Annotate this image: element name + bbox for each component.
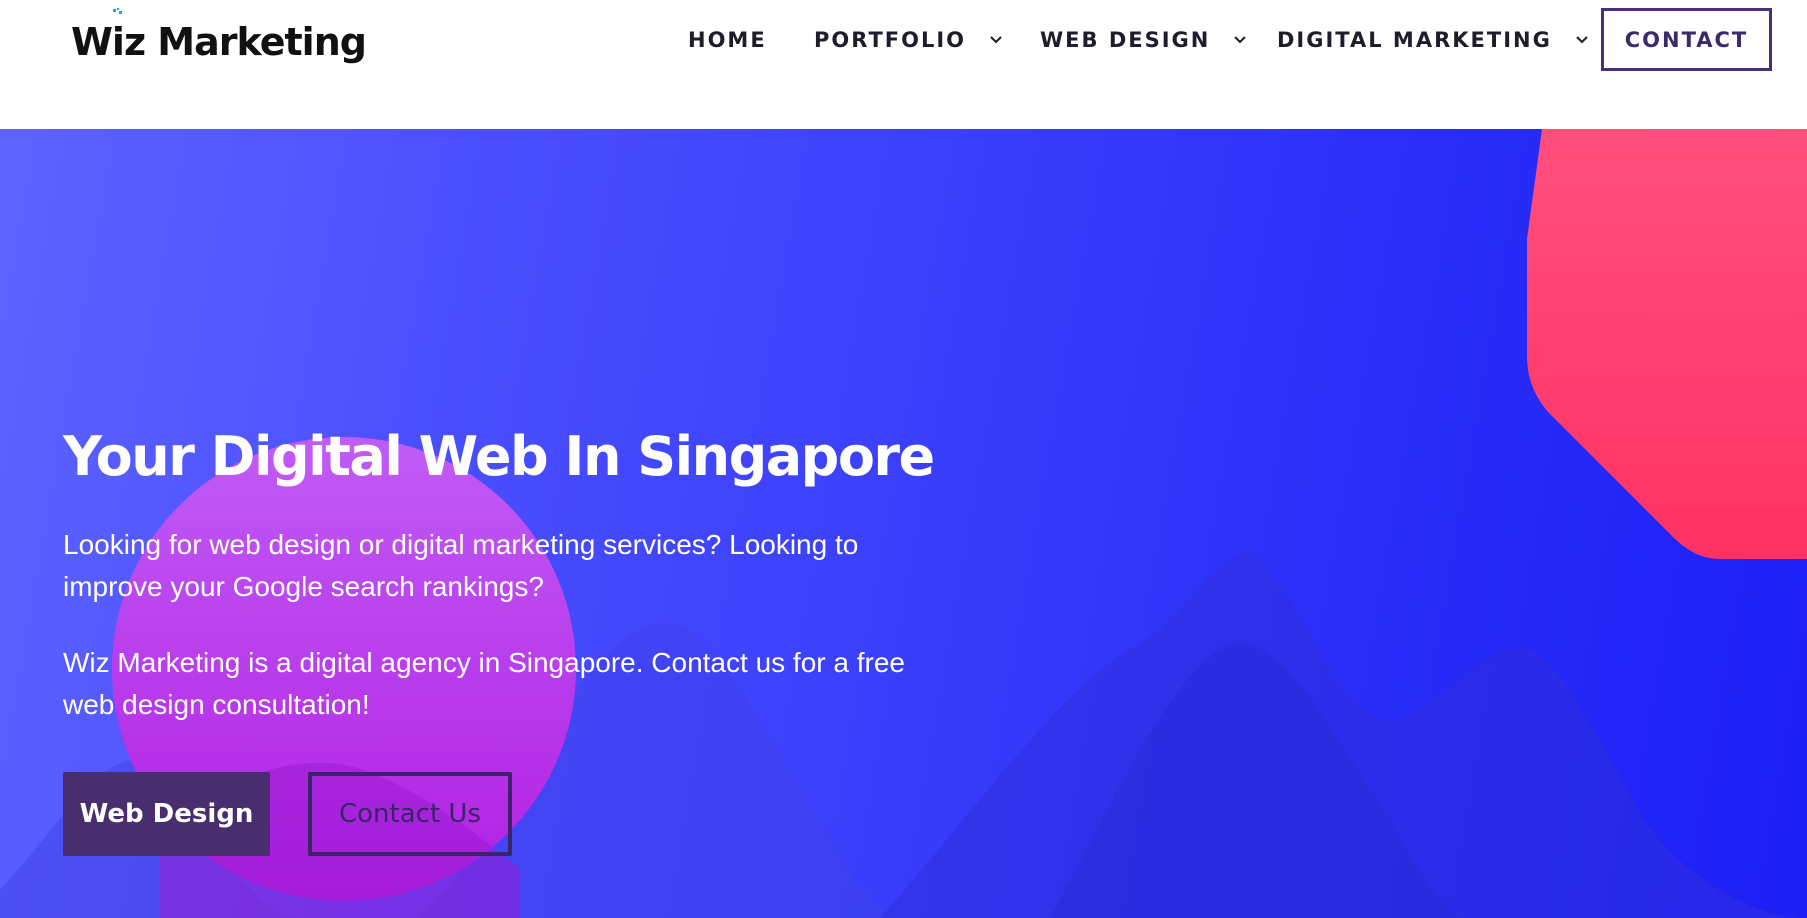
site-header: W iz Marketing HOME PORTFOLIO WEB DESIGN… [0,0,1807,129]
nav-item-web-design[interactable]: WEB DESIGN [1040,24,1248,56]
contact-us-button[interactable]: Contact Us [308,772,512,856]
nav-item-home[interactable]: HOME [688,24,767,56]
nav-item-digital-marketing[interactable]: DIGITAL MARKETING [1277,24,1590,56]
hero-paragraph: Wiz Marketing is a digital agency in Sin… [63,647,905,720]
chevron-down-icon [990,36,1002,44]
hero-section: Your Digital Web In Singapore Looking fo… [0,129,1807,918]
nav-item-label: PORTFOLIO [814,28,967,52]
chevron-down-icon [1234,36,1247,44]
hero-paragraph: Looking for web design or digital market… [63,529,859,602]
web-design-button[interactable]: Web Design [63,772,270,856]
main-nav: HOME PORTFOLIO WEB DESIGN DIGITAL MARKET… [0,0,1807,80]
hero-content: Your Digital Web In Singapore Looking fo… [63,129,963,918]
nav-item-label: HOME [688,28,767,52]
nav-item-label: WEB DESIGN [1040,28,1211,52]
decorative-pink-shape [1527,129,1807,559]
nav-item-label: DIGITAL MARKETING [1277,28,1552,52]
chevron-down-icon [1576,36,1588,44]
nav-item-portfolio[interactable]: PORTFOLIO [814,24,1004,56]
hero-title: Your Digital Web In Singapore [63,425,935,488]
contact-button[interactable]: CONTACT [1601,8,1772,71]
